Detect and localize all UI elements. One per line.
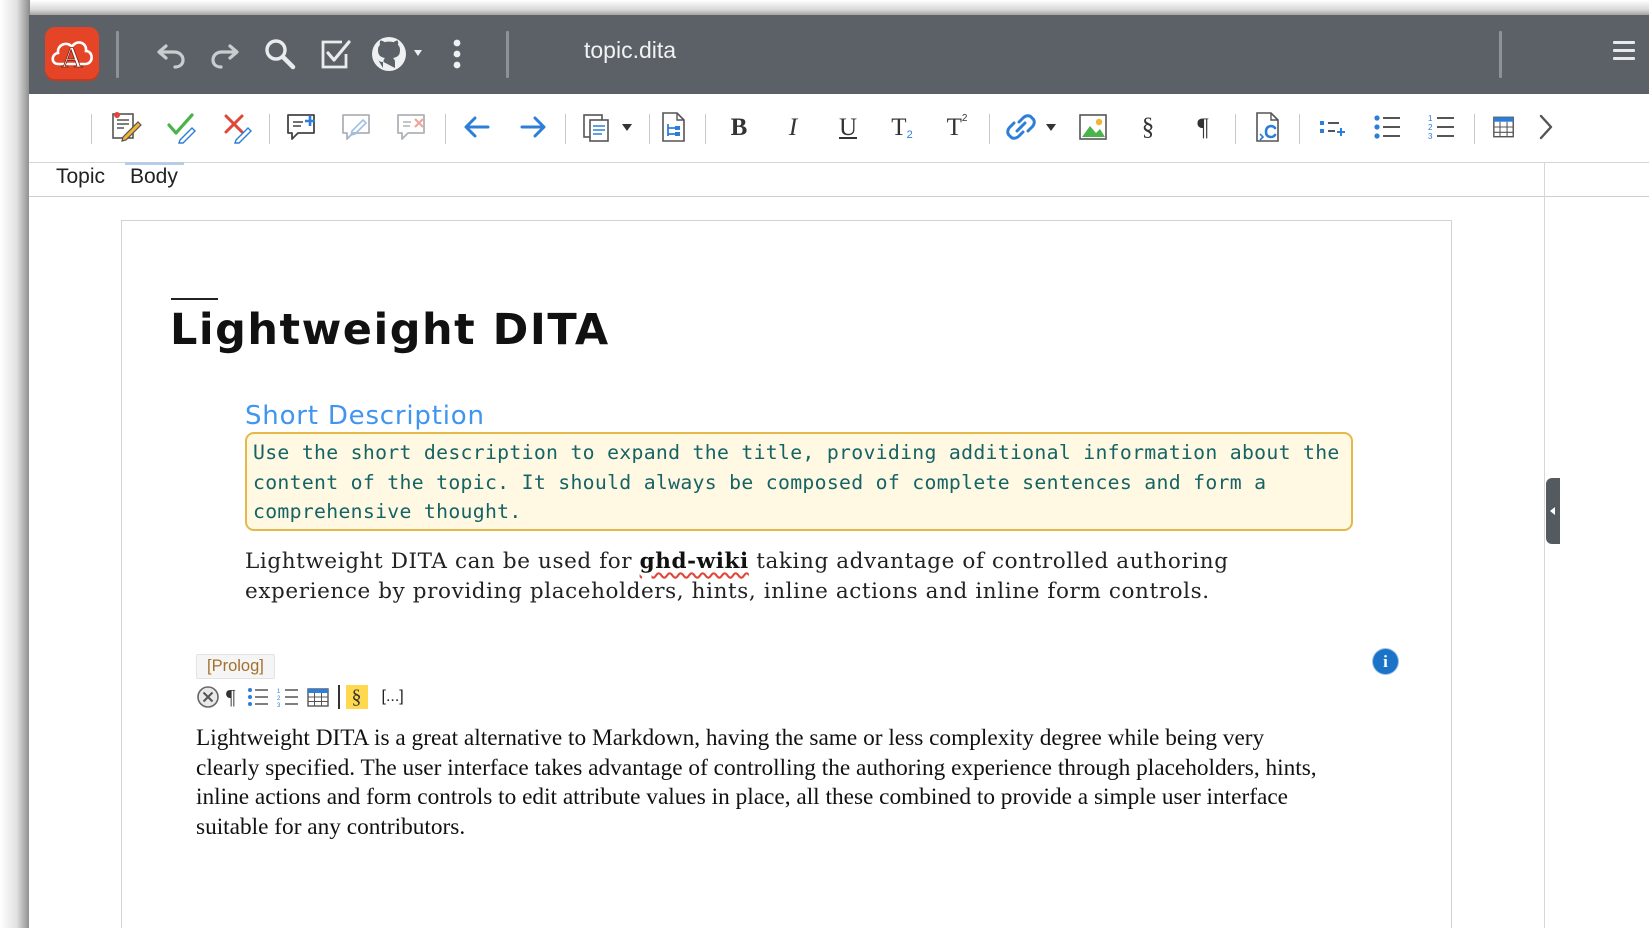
toolbar-separator [91,114,92,144]
page-title[interactable]: Lightweight DITA [170,305,610,355]
toolbar-separator [1474,114,1475,144]
underline-button[interactable]: U [828,107,868,147]
svg-text:2: 2 [277,696,281,702]
insert-list-item-icon[interactable] [1312,107,1352,147]
toolbar-separator [705,114,706,144]
italic-button[interactable]: I [773,107,813,147]
validate-icon[interactable] [315,33,355,75]
paragraph-line: suitable for any contributors. [196,813,466,840]
redo-icon[interactable] [205,33,245,75]
inline-actions-separator [337,685,340,709]
superscript-button[interactable]: T2 [937,107,977,147]
edit-comment-icon[interactable] [105,107,145,147]
paragraph-line: experience by providing placeholders, hi… [245,578,1210,604]
paragraph-line: Lightweight DITA can be used for ghd-wik… [245,549,1229,574]
ordered-list-icon[interactable]: 123 [1421,107,1461,147]
insert-table-icon[interactable] [306,684,330,710]
svg-text:2: 2 [1428,123,1433,132]
hamburger-menu-icon[interactable] [1613,41,1635,65]
subscript-button[interactable]: T2 [882,107,922,147]
add-comment-icon[interactable] [282,107,322,147]
short-description-field[interactable]: Use the short description to expand the … [245,432,1353,531]
toolbar-separator [1299,114,1300,144]
more-vertical-icon[interactable] [447,33,467,75]
editor-right-border [1544,162,1545,928]
toolbar-separator [649,114,650,144]
paragraph-line: clearly specified. The user interface ta… [196,754,1317,781]
topbar-separator [1499,31,1502,78]
remove-element-icon[interactable] [196,684,220,710]
next-change-icon[interactable] [513,107,553,147]
reject-change-icon[interactable] [217,107,257,147]
formatting-toolbar: B I U T2 T2 § ¶ 123 [29,94,1649,163]
prolog-label[interactable]: [Prolog] [196,654,275,679]
insert-ordered-list-icon[interactable]: 123 [276,684,300,710]
toolbar-separator [445,114,446,144]
toolbar-separator [989,114,990,144]
link-icon[interactable] [1001,107,1041,147]
svg-text:3: 3 [1428,132,1433,141]
short-description-label: Short Description [245,401,485,431]
editor-window: A topic.dita B I U T 2 T 2 § ¶ 1 2 3 Top… [29,15,1649,928]
tab-body[interactable]: Body [130,165,178,189]
window-shadow-top [0,0,1649,16]
paragraph-button[interactable]: ¶ [1183,107,1223,147]
inline-actions-bar: ¶ 123 § [...] [196,683,404,711]
short-description-line: comprehensive thought. [253,500,522,523]
toolbar-separator [269,114,270,144]
undo-icon[interactable] [151,33,191,75]
app-logo-icon[interactable]: A [45,27,99,81]
info-icon[interactable]: i [1373,649,1398,674]
insert-paragraph-icon[interactable]: ¶ [226,684,236,710]
tab-topic[interactable]: Topic [56,165,105,189]
accept-change-icon[interactable] [161,107,201,147]
bold-button[interactable]: B [719,107,759,147]
short-description-line: content of the topic. It should always b… [253,470,1267,494]
unordered-list-icon[interactable] [1367,107,1407,147]
paragraph-line: Lightweight DITA is a great alternative … [196,725,1265,751]
search-icon[interactable] [260,33,300,75]
insert-image-icon[interactable] [1073,107,1113,147]
insert-table-icon[interactable] [1485,107,1515,147]
insert-unordered-list-icon[interactable] [246,684,270,710]
window-shadow-left [0,0,30,928]
edit-comment-disabled-icon[interactable] [337,107,377,147]
link-dropdown-arrow-icon[interactable] [1043,107,1059,147]
svg-text:A: A [61,41,83,74]
github-icon[interactable] [369,33,425,75]
document-title: topic.dita [584,37,677,63]
paragraph-line: inline actions and form controls to edit… [196,784,1289,810]
topbar-separator [506,31,509,78]
breadcrumb-tabs: Topic Body [29,162,1649,197]
document-page: Lightweight DITA Short Description Use t… [121,220,1452,928]
short-description-line: Use the short description to expand the … [253,441,1340,464]
previous-change-icon[interactable] [457,107,497,147]
insert-codeblock-icon[interactable] [1247,107,1287,147]
remove-comment-icon[interactable] [392,107,432,147]
dropdown-arrow-icon[interactable] [619,107,635,147]
svg-text:3: 3 [277,703,281,708]
side-panel-toggle[interactable] [1546,478,1560,544]
insert-file-icon[interactable] [653,107,693,147]
toolbar-separator [1235,114,1236,144]
section-button[interactable]: § [1128,107,1168,147]
svg-text:1: 1 [1428,114,1433,123]
chevron-right-icon[interactable] [1529,107,1563,147]
svg-text:1: 1 [277,689,281,695]
topbar-separator [116,31,119,78]
body-paragraph[interactable]: Lightweight DITA can be used for ghd-wik… [245,547,1305,606]
insert-section-button[interactable]: § [345,685,368,709]
more-actions-button[interactable]: [...] [382,688,404,706]
title-marker [171,298,218,300]
ghd-wiki-link[interactable]: ghd-wiki [640,549,749,574]
top-bar: A topic.dita [29,15,1649,94]
prolog-paragraph[interactable]: Lightweight DITA is a great alternative … [196,724,1396,842]
paste-icon[interactable] [577,107,617,147]
toolbar-separator [565,114,566,144]
